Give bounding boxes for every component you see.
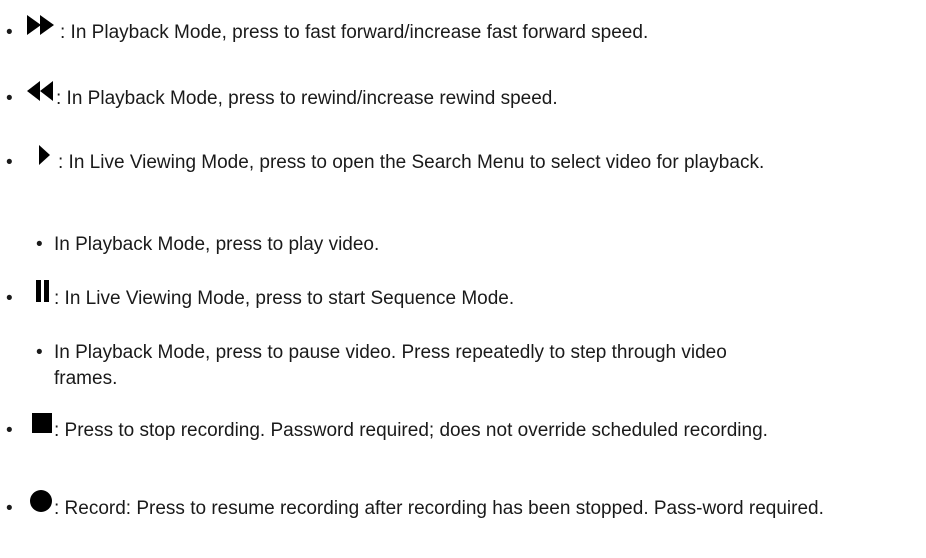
bullet: • (6, 288, 13, 309)
item-text: : In Playback Mode, press to fast forwar… (60, 22, 649, 43)
play-icon (36, 144, 58, 166)
item-text: : In Live Viewing Mode, press to start S… (54, 288, 515, 309)
bullet: • (6, 22, 13, 43)
bullet: • (6, 88, 13, 109)
document-page: • : In Playback Mode, press to fast forw… (0, 0, 926, 558)
sub-item-text: In Playback Mode, press to play video. (54, 234, 380, 255)
sub-bullet: • (36, 234, 43, 255)
item-text: : In Live Viewing Mode, press to open th… (58, 152, 765, 173)
record-icon (26, 489, 54, 513)
item-text: : Record: Press to resume recording afte… (54, 498, 824, 519)
bullet: • (6, 152, 13, 173)
item-text: : Press to stop recording. Password requ… (54, 420, 768, 441)
fast-forward-icon (26, 14, 60, 36)
bullet: • (6, 498, 13, 519)
stop-icon (26, 412, 54, 434)
item-text: : In Playback Mode, press to rewind/incr… (56, 88, 558, 109)
sub-item-text: In Playback Mode, press to pause video. … (54, 342, 727, 389)
bullet: • (6, 420, 13, 441)
sub-bullet: • (36, 342, 43, 363)
pause-icon (34, 279, 54, 303)
rewind-icon (26, 80, 56, 102)
